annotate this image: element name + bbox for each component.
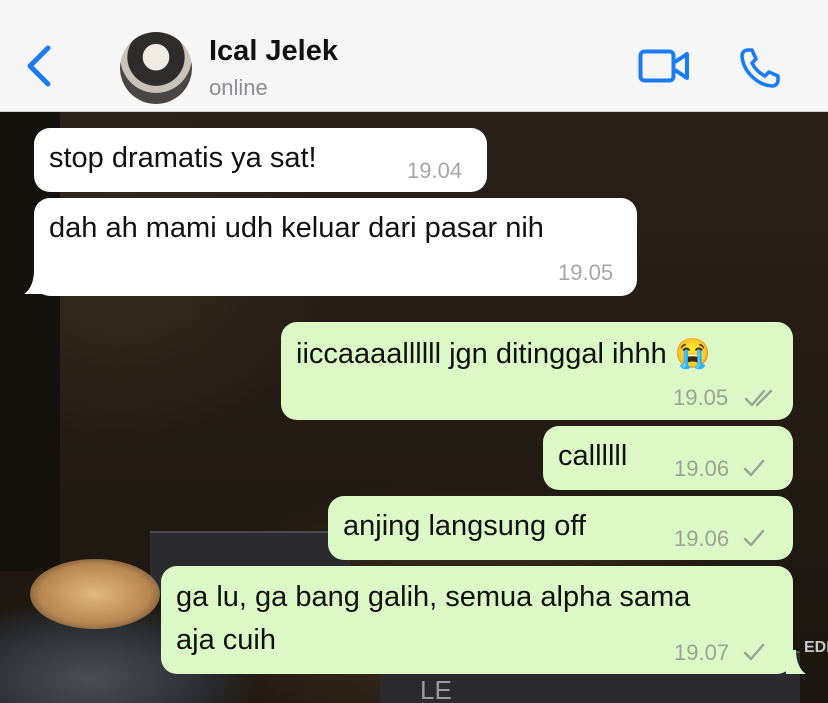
message-text: callllll — [558, 440, 628, 472]
incoming-bubble-tail — [24, 270, 44, 294]
message-text: dah ah mami udh keluar dari pasar nih — [49, 212, 544, 244]
wallpaper-case-label: LE — [420, 675, 452, 703]
message-time: 19.05 — [673, 385, 729, 410]
message-bubble-outgoing[interactable]: callllll 19.06 — [543, 426, 793, 490]
chat-header: Ical Jelek online — [0, 0, 828, 112]
message-text: anjing langsung off — [343, 510, 586, 542]
contact-name[interactable]: Ical Jelek — [209, 35, 338, 68]
message-bubble-outgoing[interactable]: anjing langsung off 19.06 — [328, 496, 793, 560]
outgoing-bubble-tail — [786, 650, 806, 674]
message-text-line-1: ga lu, ga bang galih, semua alpha sama — [176, 581, 691, 613]
wallpaper-hair — [30, 559, 160, 629]
message-time: 19.06 — [674, 456, 730, 481]
message-bubble-incoming[interactable]: stop dramatis ya sat! 19.04 — [34, 128, 487, 192]
single-check-sent-icon — [743, 529, 765, 547]
message-bubble-incoming[interactable]: dah ah mami udh keluar dari pasar nih 19… — [34, 198, 637, 296]
message-text: stop dramatis ya sat! — [49, 142, 317, 174]
message-text-line-2: aja cuih — [176, 624, 276, 656]
contact-status: online — [209, 75, 268, 100]
message-time: 19.07 — [674, 640, 730, 665]
single-check-sent-icon — [743, 459, 765, 477]
phone-call-icon[interactable] — [738, 46, 782, 90]
message-bubble-outgoing[interactable]: iiccaaaallllll jgn ditinggal ihhh 😭 19.0… — [281, 322, 793, 420]
back-chevron-icon[interactable] — [22, 42, 56, 90]
double-check-read-icon — [744, 389, 773, 407]
message-time: 19.04 — [407, 158, 463, 183]
message-time: 19.06 — [674, 526, 730, 551]
message-text: iiccaaaallllll jgn ditinggal ihhh 😭 — [296, 338, 711, 370]
single-check-sent-icon — [743, 643, 765, 661]
message-time: 19.05 — [558, 260, 614, 285]
contact-avatar[interactable] — [120, 32, 192, 104]
video-call-icon[interactable] — [638, 48, 690, 84]
message-bubble-outgoing[interactable]: ga lu, ga bang galih, semua alpha sama a… — [161, 566, 793, 674]
